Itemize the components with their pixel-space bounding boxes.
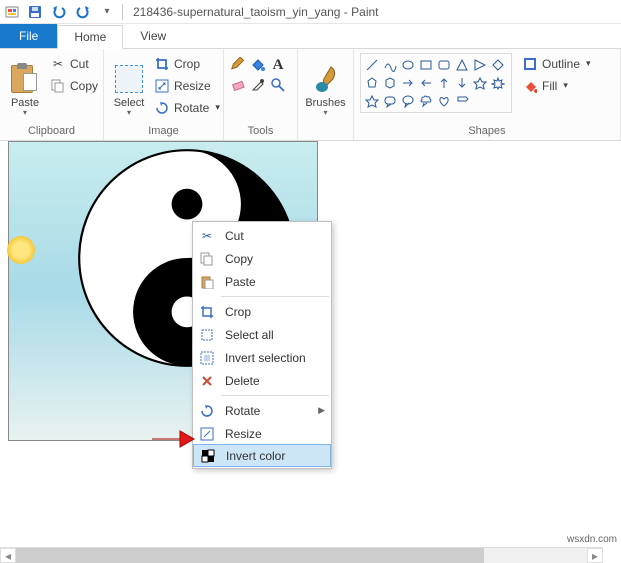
ctx-copy[interactable]: Copy: [193, 247, 331, 270]
rotate-icon: [154, 100, 170, 116]
ctx-crop[interactable]: Crop: [193, 300, 331, 323]
tab-file[interactable]: File: [0, 24, 57, 48]
copy-icon: [50, 78, 66, 94]
eraser-icon[interactable]: [230, 77, 246, 93]
scroll-right-button[interactable]: ▸: [587, 548, 603, 563]
group-tools: Tools: [230, 123, 291, 140]
save-button[interactable]: [24, 2, 46, 22]
watermark: wsxdn.com: [567, 534, 617, 545]
resize-button[interactable]: Resize: [150, 75, 224, 96]
tab-home[interactable]: Home: [57, 25, 123, 49]
picker-icon[interactable]: [250, 77, 266, 93]
app-icon: [4, 4, 20, 20]
invert-color-icon: [198, 448, 218, 464]
ctx-delete[interactable]: Delete: [193, 369, 331, 392]
select-all-icon: [197, 327, 217, 343]
fill-icon: [522, 78, 538, 94]
pencil-icon[interactable]: [230, 57, 246, 73]
crop-button[interactable]: Crop: [150, 53, 224, 74]
shapes-gallery[interactable]: [360, 53, 512, 113]
scissors-icon: ✂: [197, 228, 217, 244]
window-title: 218436-supernatural_taoism_yin_yang - Pa…: [133, 5, 379, 19]
bucket-icon[interactable]: [250, 57, 266, 73]
fill-button[interactable]: Fill▾: [518, 75, 595, 96]
resize-icon: [197, 426, 217, 442]
ctx-cut[interactable]: ✂ Cut: [193, 224, 331, 247]
outline-icon: [522, 56, 538, 72]
tab-view[interactable]: View: [123, 24, 183, 48]
brushes-button[interactable]: Brushes ▾: [304, 53, 347, 119]
select-button[interactable]: Select ▾: [110, 53, 148, 119]
delete-icon: [197, 373, 217, 389]
context-menu: ✂ Cut Copy Paste Crop Select all Invert …: [192, 221, 332, 469]
redo-button[interactable]: [72, 2, 94, 22]
select-icon: [115, 65, 143, 93]
ctx-invert-selection[interactable]: Invert selection: [193, 346, 331, 369]
ctx-rotate[interactable]: Rotate ▶: [193, 399, 331, 422]
qat-customize[interactable]: ▾: [96, 2, 118, 22]
magnifier-icon[interactable]: [270, 77, 286, 93]
text-icon[interactable]: A: [270, 57, 286, 73]
cut-button[interactable]: ✂ Cut: [46, 53, 102, 74]
undo-button[interactable]: [48, 2, 70, 22]
group-image: Image: [110, 123, 217, 140]
rotate-icon: [197, 403, 217, 419]
resize-icon: [154, 78, 170, 94]
scroll-left-button[interactable]: ◂: [0, 548, 16, 563]
invert-selection-icon: [197, 350, 217, 366]
copy-button[interactable]: Copy: [46, 75, 102, 96]
ctx-select-all[interactable]: Select all: [193, 323, 331, 346]
crop-icon: [197, 304, 217, 320]
paste-button[interactable]: Paste ▾: [6, 53, 44, 119]
brush-icon: [311, 63, 341, 95]
submenu-arrow-icon: ▶: [318, 405, 325, 416]
crop-icon: [154, 56, 170, 72]
horizontal-scrollbar[interactable]: ◂ ▸: [0, 547, 603, 563]
scissors-icon: ✂: [50, 56, 66, 72]
group-clipboard: Clipboard: [6, 123, 97, 140]
copy-icon: [197, 251, 217, 267]
annotation-arrow: [150, 427, 196, 451]
ctx-paste[interactable]: Paste: [193, 270, 331, 293]
rotate-button[interactable]: Rotate▾: [150, 97, 224, 118]
ctx-invert-color[interactable]: Invert color: [193, 444, 331, 467]
ctx-resize[interactable]: Resize: [193, 422, 331, 445]
paste-icon: [197, 274, 217, 290]
outline-button[interactable]: Outline▾: [518, 53, 595, 74]
sun-graphic: [7, 236, 35, 264]
group-shapes: Shapes: [360, 123, 614, 140]
scroll-thumb[interactable]: [16, 548, 484, 563]
